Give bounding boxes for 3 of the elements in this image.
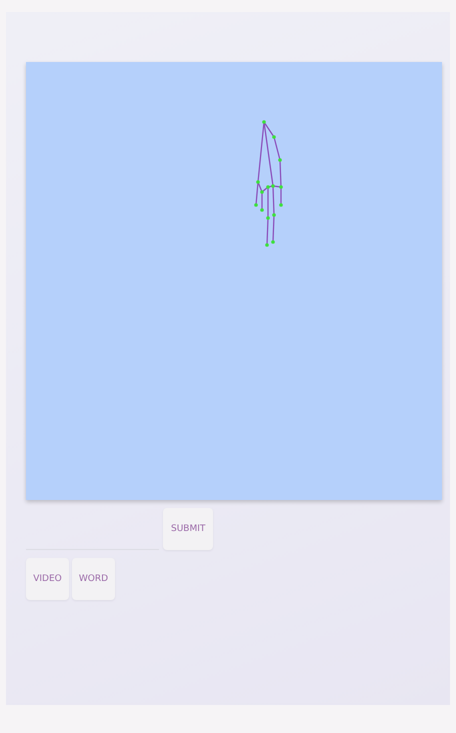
submit-button[interactable]: SUBMIT: [163, 508, 214, 550]
mode-button[interactable]: WORD: [72, 558, 115, 600]
mode-button[interactable]: VIDEO: [26, 558, 69, 600]
